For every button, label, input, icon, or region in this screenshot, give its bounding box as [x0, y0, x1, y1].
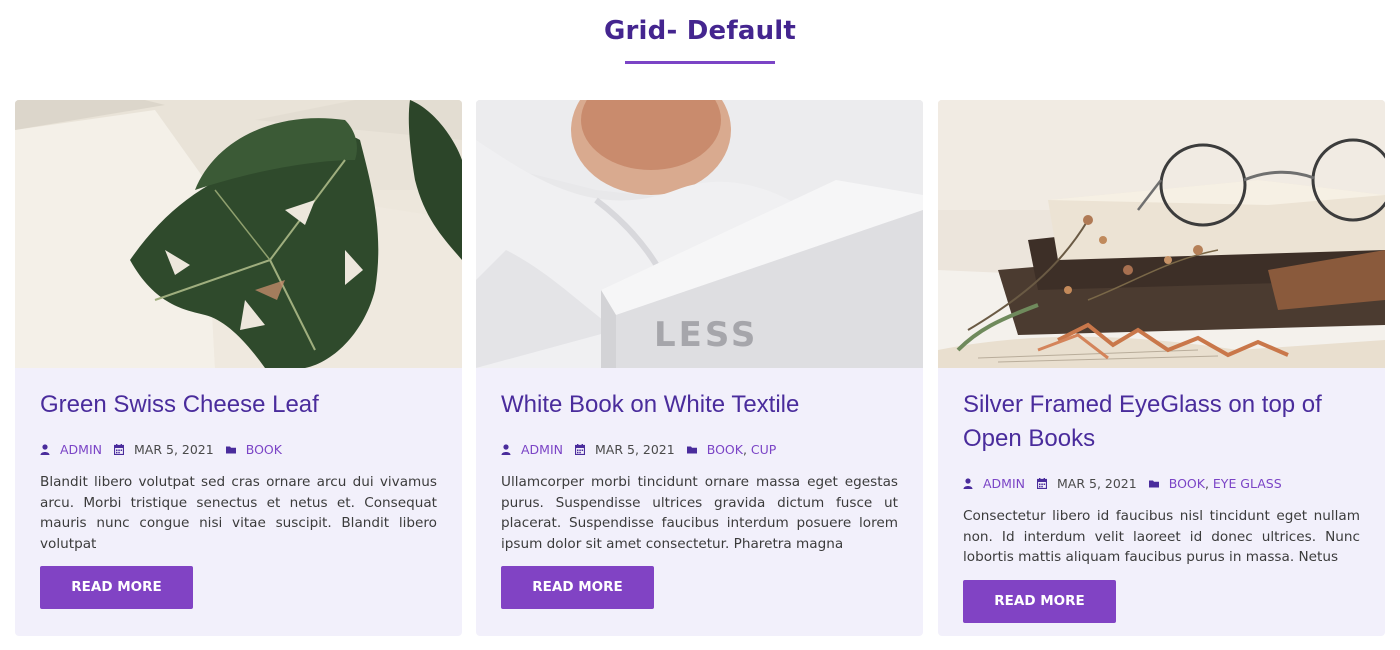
post-card: Silver Framed EyeGlass on top of Open Bo… — [938, 100, 1385, 636]
post-title[interactable]: Green Swiss Cheese Leaf — [40, 388, 437, 422]
svg-text:LESS: LESS — [654, 315, 758, 355]
category-link[interactable]: CUP — [751, 442, 776, 457]
category-link[interactable]: BOOK — [707, 442, 743, 457]
post-title[interactable]: Silver Framed EyeGlass on top of Open Bo… — [963, 388, 1360, 456]
post-date: MAR 5, 2021 — [1057, 475, 1137, 491]
calendar-icon — [575, 443, 585, 455]
post-excerpt: Ullamcorper morbi tincidunt ornare massa… — [501, 474, 898, 552]
calendar-icon — [114, 443, 124, 455]
post-date: MAR 5, 2021 — [134, 441, 214, 457]
read-more-button[interactable]: READ MORE — [501, 566, 654, 609]
title-underline — [625, 61, 775, 64]
section-title: Grid- Default — [603, 16, 797, 46]
post-card: Green Swiss Cheese Leaf ADMIN MAR 5, 202… — [15, 100, 462, 636]
post-excerpt: Blandit libero volutpat sed cras ornare … — [40, 474, 437, 552]
post-thumbnail-leaf[interactable] — [15, 100, 462, 368]
post-meta: ADMIN MAR 5, 2021 BOOK — [40, 440, 437, 458]
post-meta: ADMIN MAR 5, 2021 BOOK, CUP — [501, 440, 898, 458]
user-icon — [40, 443, 50, 455]
calendar-icon — [1037, 477, 1047, 489]
folder-icon — [686, 446, 697, 453]
post-thumbnail-eyeglass[interactable] — [938, 100, 1385, 368]
post-card: LESS White Book on White Textile ADMIN M… — [476, 100, 923, 636]
post-thumbnail-book[interactable]: LESS — [476, 100, 923, 368]
category-link[interactable]: EYE GLASS — [1213, 476, 1282, 491]
category-link[interactable]: BOOK — [246, 442, 282, 457]
folder-icon — [1148, 480, 1159, 487]
post-date: MAR 5, 2021 — [595, 441, 675, 457]
post-title[interactable]: White Book on White Textile — [501, 388, 898, 422]
user-icon — [963, 477, 973, 489]
post-excerpt: Consectetur libero id faucibus nisl tinc… — [963, 508, 1360, 565]
post-author-link[interactable]: ADMIN — [521, 442, 563, 457]
read-more-button[interactable]: READ MORE — [40, 566, 193, 609]
folder-icon — [225, 446, 236, 453]
post-author-link[interactable]: ADMIN — [983, 476, 1025, 491]
read-more-button[interactable]: READ MORE — [963, 579, 1116, 623]
category-link[interactable]: BOOK — [1169, 476, 1205, 491]
post-author-link[interactable]: ADMIN — [60, 442, 102, 457]
user-icon — [501, 443, 511, 455]
post-meta: ADMIN MAR 5, 2021 BOOK, EYE GLASS — [963, 474, 1360, 492]
